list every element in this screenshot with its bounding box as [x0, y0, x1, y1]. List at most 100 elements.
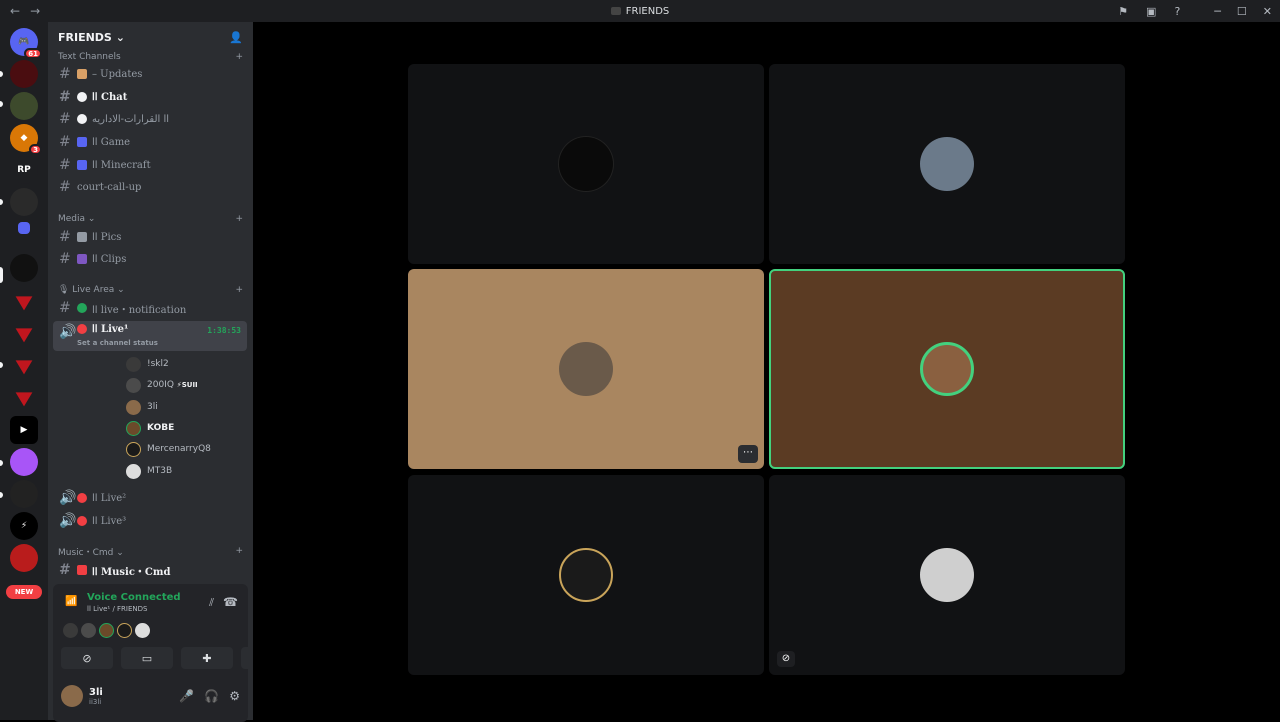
voice-channel-live3[interactable]: 🔊 اا Live³ [53, 511, 247, 531]
server-icon[interactable] [10, 92, 38, 120]
voice-user[interactable]: MercenarryQ8 [126, 439, 211, 459]
channel-clips[interactable]: # اا Clips [53, 249, 247, 269]
minimize-button[interactable]: ─ [1214, 5, 1221, 18]
channel-court-call-up[interactable]: # court-call-up [53, 177, 247, 197]
game-controller-icon [77, 160, 87, 170]
category-text-channels[interactable]: Text Channels + [58, 50, 243, 64]
server-icon[interactable]: ⚡ [10, 512, 38, 540]
channel-status[interactable]: Set a channel status [77, 339, 158, 347]
server-icon[interactable] [15, 296, 33, 311]
channel-pics[interactable]: # اا Pics [53, 227, 247, 247]
direct-messages-icon[interactable]: 🎮 61 [10, 28, 42, 59]
avatar[interactable] [135, 623, 150, 638]
voice-user[interactable]: 3li [126, 397, 158, 417]
voice-user[interactable]: 200IQ ⚡SUII [126, 375, 198, 395]
noise-suppression-icon[interactable]: ⫽ [209, 596, 214, 610]
inbox-flag-icon[interactable]: ⚑ [1118, 5, 1128, 18]
server-icon[interactable]: ▶ [10, 416, 38, 444]
avatar[interactable] [63, 623, 78, 638]
category-music-cmd[interactable]: Music・Cmd ⌄ + [58, 544, 243, 558]
help-icon[interactable]: ? [1174, 5, 1180, 18]
participant-avatar [920, 137, 974, 191]
speaker-icon: 🔊 [59, 513, 77, 529]
add-channel-icon[interactable]: + [235, 214, 243, 224]
participant-tile[interactable]: ⋯ [408, 269, 764, 469]
server-icon[interactable] [10, 188, 38, 216]
channel-minecraft[interactable]: # اا Minecraft [53, 155, 247, 175]
server-logo-icon [610, 6, 621, 15]
server-icon[interactable]: RP [10, 156, 38, 184]
server-header[interactable]: FRIENDS ⌄ 👤 [48, 22, 253, 52]
avatar[interactable] [99, 623, 114, 638]
new-badge: NEW [6, 585, 42, 599]
participant-avatar [559, 548, 613, 602]
channel-arabic[interactable]: # اا القرارات-الاداريه [53, 109, 247, 129]
invite-people-icon[interactable]: 👤 [229, 31, 243, 44]
back-arrow-icon[interactable]: ← [10, 4, 20, 18]
maximize-button[interactable]: ☐ [1237, 5, 1247, 18]
avatar [126, 420, 141, 436]
voice-user[interactable]: !skl2 [126, 354, 169, 374]
person-emoji-icon [77, 69, 87, 79]
participant-tile[interactable] [769, 64, 1125, 264]
server-icon[interactable] [10, 60, 38, 88]
server-icon[interactable]: ◆ 3 [10, 124, 42, 155]
picture-icon [77, 232, 87, 242]
camera-off-button[interactable]: ⊘ [61, 647, 113, 669]
red-circle-icon [77, 516, 87, 526]
participant-tile[interactable] [408, 64, 764, 264]
avatar[interactable] [81, 623, 96, 638]
headphones-icon[interactable]: 🎧 [204, 689, 219, 703]
participant-avatar [559, 342, 613, 396]
voice-status[interactable]: Voice Connected [87, 592, 181, 603]
voice-channel-path[interactable]: اا Live¹ / FRIENDS [87, 605, 147, 613]
channel-music-cmd[interactable]: # اا Music・Cmd [53, 560, 247, 580]
disconnect-icon[interactable]: ☎ [223, 595, 238, 609]
signal-icon[interactable]: 📶 [65, 596, 77, 607]
category-live-area[interactable]: 🎙 Live Area ⌄ + [58, 283, 243, 297]
participant-tile[interactable] [408, 475, 764, 675]
server-icon[interactable] [15, 360, 33, 375]
add-channel-icon[interactable]: + [235, 546, 243, 556]
channel-updates[interactable]: # – Updates [53, 64, 247, 84]
screen-icon[interactable]: ▣ [1146, 5, 1156, 18]
user-avatar[interactable] [61, 685, 83, 707]
category-media[interactable]: Media ⌄ + [58, 212, 243, 226]
server-icon[interactable] [10, 448, 38, 476]
channel-live-notification[interactable]: # اا live・notification [53, 298, 247, 318]
participant-avatar [920, 548, 974, 602]
server-icon[interactable] [15, 392, 33, 407]
channel-chat[interactable]: # اا Chat [53, 87, 247, 107]
server-icon[interactable] [10, 480, 38, 508]
red-circle-icon [77, 493, 87, 503]
music-icon [77, 565, 87, 575]
settings-gear-icon[interactable]: ⚙ [229, 689, 240, 703]
close-button[interactable]: ✕ [1263, 5, 1272, 18]
channel-game[interactable]: # اا Game [53, 132, 247, 152]
deafened-icon: ⊘ [777, 651, 795, 667]
server-icon[interactable] [15, 328, 33, 343]
username[interactable]: 3li [89, 687, 103, 698]
avatar [126, 399, 141, 415]
participant-avatar [920, 342, 974, 396]
server-icon[interactable] [10, 254, 38, 282]
server-icon[interactable] [10, 544, 38, 572]
voice-channel-live1[interactable]: 🔊 اا Live¹ 1:38:53 Set a channel status [53, 321, 247, 351]
server-name: FRIENDS [58, 30, 112, 44]
participant-tile-speaking[interactable] [769, 269, 1125, 469]
add-channel-icon[interactable]: + [235, 285, 243, 295]
server-label: RP [17, 165, 31, 175]
microphone-icon[interactable]: 🎤 [179, 689, 194, 703]
participant-tile[interactable]: ⊘ [769, 475, 1125, 675]
avatar [126, 463, 141, 479]
add-channel-icon[interactable]: + [235, 52, 243, 62]
voice-timer: 1:38:53 [207, 326, 241, 335]
voice-channel-live2[interactable]: 🔊 اا Live² [53, 488, 247, 508]
avatar[interactable] [117, 623, 132, 638]
forward-arrow-icon[interactable]: → [30, 4, 40, 18]
more-options-button[interactable]: ⋯ [738, 445, 758, 463]
activities-button[interactable]: ✚ [181, 647, 233, 669]
voice-user[interactable]: KOBE [126, 418, 174, 438]
screen-share-button[interactable]: ▭ [121, 647, 173, 669]
folder-icon[interactable] [18, 222, 30, 234]
